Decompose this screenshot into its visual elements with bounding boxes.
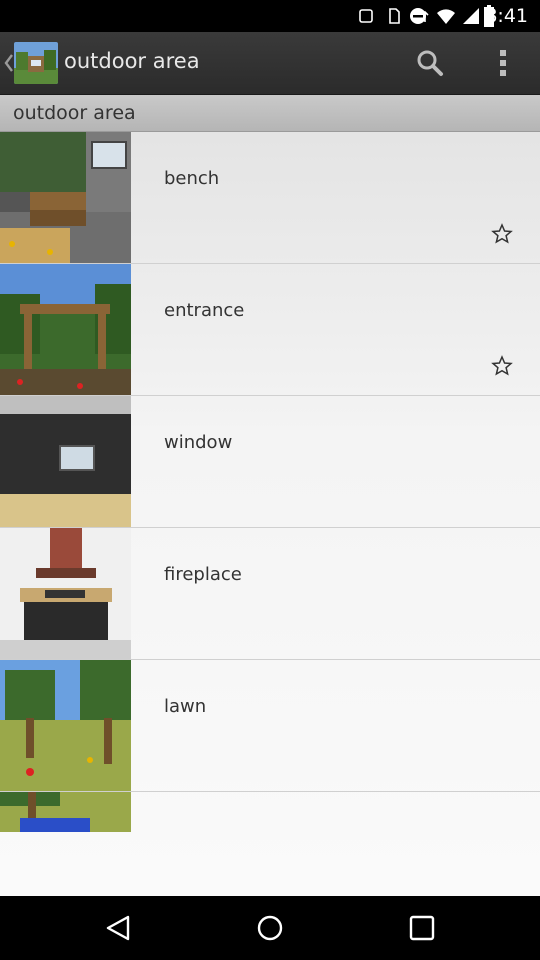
list-item-bench[interactable]: bench [0, 132, 540, 264]
status-bar: 8:41 [0, 0, 540, 32]
list-item-label: window [164, 432, 233, 453]
section-header: outdoor area [0, 95, 540, 132]
home-icon[interactable] [254, 912, 286, 944]
back-icon[interactable] [102, 912, 134, 944]
sd-card-icon [389, 8, 400, 24]
action-bar-title: outdoor area [64, 49, 200, 73]
notification-icon [359, 9, 373, 23]
favorite-star-icon[interactable] [490, 354, 514, 378]
wifi-icon [437, 9, 455, 24]
search-icon[interactable] [412, 46, 446, 80]
entrance-thumbnail [0, 264, 131, 395]
do-not-disturb-icon [410, 8, 426, 24]
list-item-label: entrance [164, 300, 245, 321]
status-time: 8:41 [485, 5, 528, 27]
up-chevron-icon[interactable] [4, 52, 14, 74]
list-item-label: lawn [164, 696, 207, 717]
lawn-thumbnail [0, 660, 131, 791]
signal-icon [463, 8, 479, 24]
list-item-entrance[interactable]: entrance [0, 264, 540, 396]
navigation-bar [0, 896, 540, 960]
partial-thumbnail [0, 792, 131, 832]
favorite-star-icon[interactable] [490, 222, 514, 246]
section-title: outdoor area [13, 102, 136, 124]
list-item-window[interactable]: window [0, 396, 540, 528]
window-thumbnail [0, 396, 131, 527]
recents-icon[interactable] [406, 912, 438, 944]
list-item-fireplace[interactable]: fireplace [0, 528, 540, 660]
list-item-label: bench [164, 168, 220, 189]
bench-thumbnail [0, 132, 131, 263]
list-item-lawn[interactable]: lawn [0, 660, 540, 792]
app-logo-icon[interactable] [14, 42, 58, 84]
item-list[interactable]: bench entrance window fireplace lawn [0, 132, 540, 896]
list-item-label: fireplace [164, 564, 242, 585]
fireplace-thumbnail [0, 528, 131, 659]
list-item-partial[interactable] [0, 792, 540, 832]
overflow-menu-icon[interactable] [486, 46, 520, 80]
action-bar: outdoor area [0, 32, 540, 95]
